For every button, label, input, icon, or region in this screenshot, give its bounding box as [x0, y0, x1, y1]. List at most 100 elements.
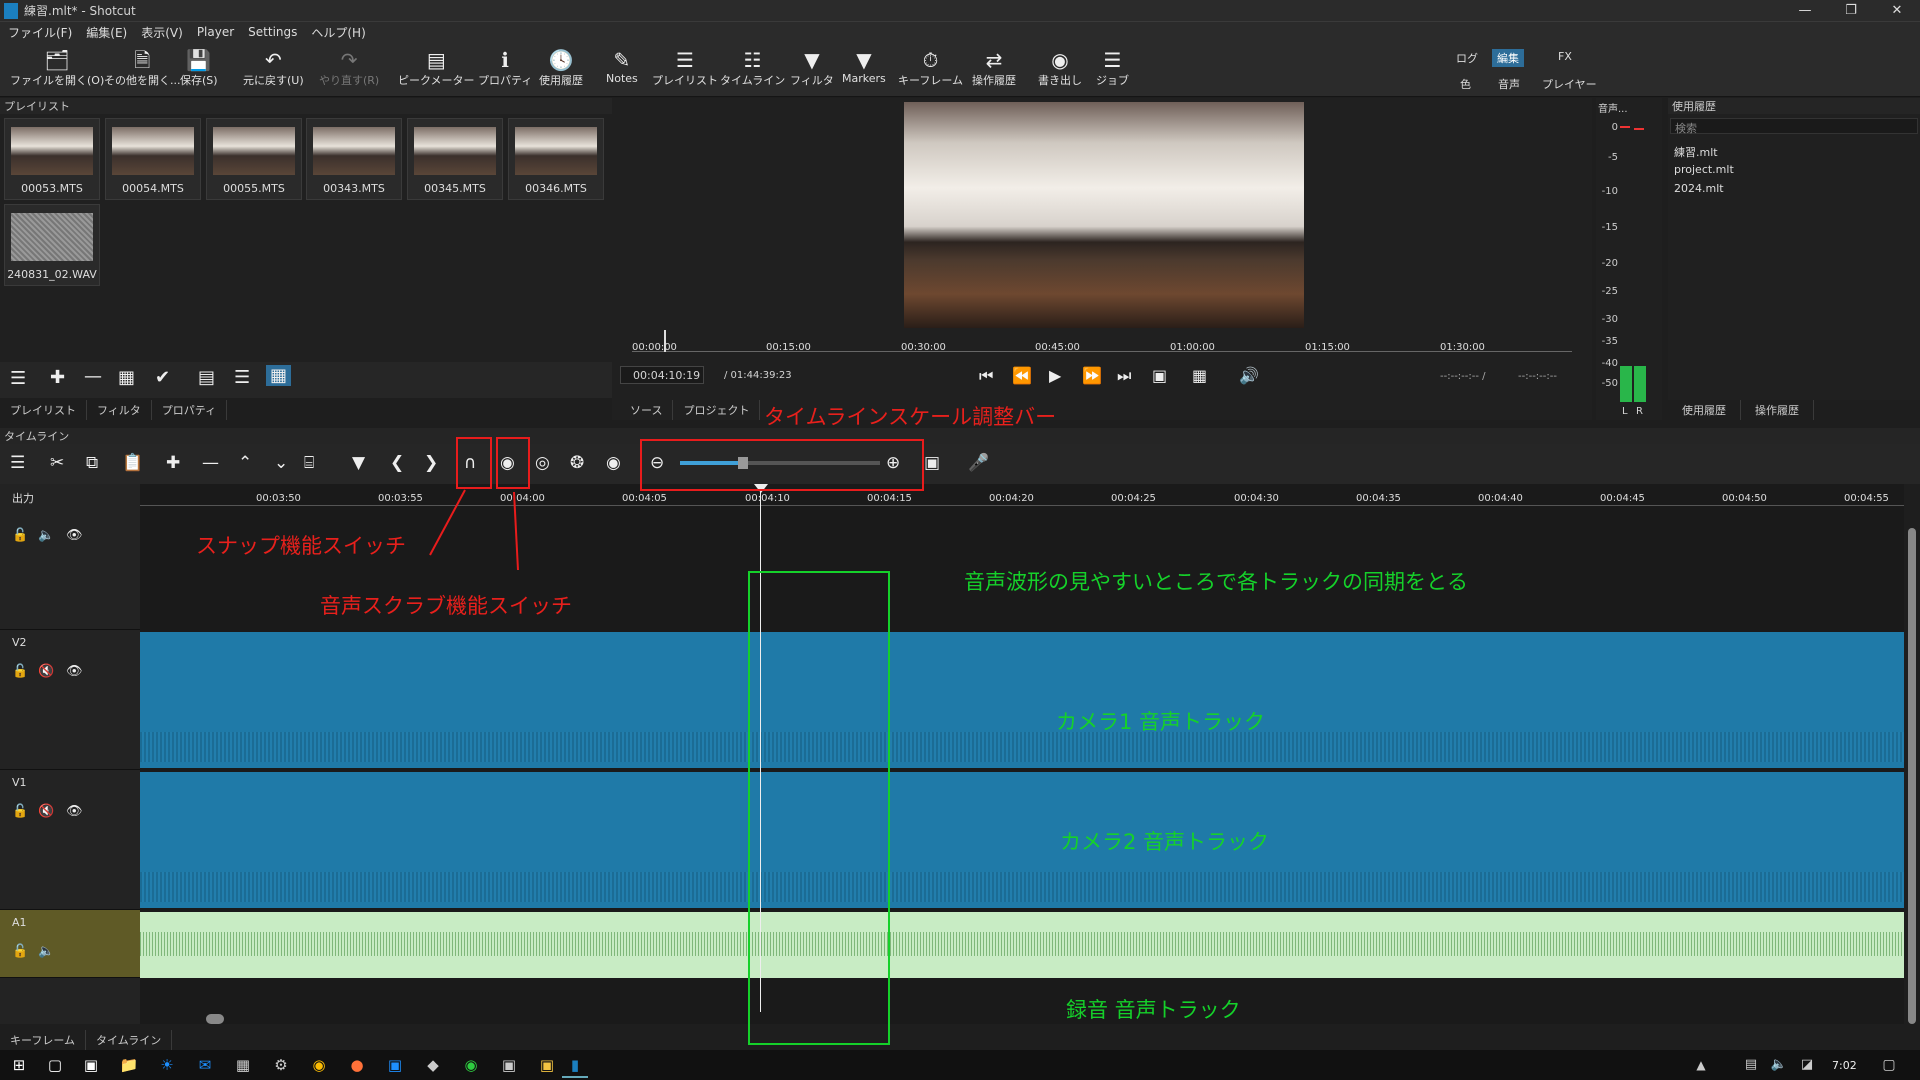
ripple-icon[interactable]: ◎ [535, 453, 550, 473]
redo-button[interactable]: ↷ やり直す(R) [319, 48, 379, 88]
grid-icon[interactable]: ▦ [1192, 366, 1207, 385]
eye-icon[interactable]: 👁 [66, 664, 83, 679]
recent-button[interactable]: 🕓 使用履歴 [539, 48, 583, 88]
overwrite-icon[interactable]: ⌄ [274, 453, 288, 473]
tab-source[interactable]: ソース [620, 400, 674, 420]
marker-icon[interactable]: ▼ [352, 453, 365, 473]
workspace-edit[interactable]: 編集 [1492, 49, 1524, 67]
recent-item[interactable]: 2024.mlt [1674, 182, 1724, 195]
taskbar-app-icon[interactable]: ▣ [534, 1052, 560, 1078]
tab-timeline[interactable]: タイムライン [86, 1030, 173, 1050]
menu-player[interactable]: Player [197, 25, 234, 39]
calculator-icon[interactable]: ▦ [230, 1052, 256, 1078]
details-view-icon[interactable]: ▤ [198, 367, 215, 388]
properties-button[interactable]: ℹ プロパティ [478, 48, 532, 88]
previous-marker-icon[interactable]: ❮ [390, 453, 404, 473]
track-header-v2[interactable]: V2 🔓 🔇 👁 [0, 630, 140, 770]
tab-undo-history[interactable]: 操作履歴 [1741, 400, 1814, 420]
firefox-icon[interactable]: ● [344, 1052, 370, 1078]
workspace-fx[interactable]: FX [1558, 50, 1572, 63]
clip-v2[interactable] [140, 632, 1904, 768]
network-icon[interactable]: ▤ [1738, 1052, 1764, 1078]
workspace-player[interactable]: プレイヤー [1542, 76, 1597, 92]
add-icon[interactable]: ✚ [50, 367, 65, 388]
save-button[interactable]: 💾 保存(S) [180, 48, 218, 88]
tray-icon[interactable]: ▲ [1688, 1052, 1714, 1078]
vertical-scrollbar[interactable] [1908, 528, 1916, 1024]
list-view-icon[interactable]: ☰ [234, 367, 250, 388]
taskbar-app-icon[interactable]: ⚙ [268, 1052, 294, 1078]
record-audio-icon[interactable]: 🎤 [968, 453, 989, 473]
markers-button[interactable]: ▼ Markers [842, 48, 886, 85]
menu-help[interactable]: ヘルプ(H) [311, 24, 365, 41]
append-icon[interactable]: ✚ [166, 453, 180, 473]
copy-icon[interactable]: ⧉ [86, 453, 98, 473]
paste-icon[interactable]: 📋 [122, 453, 143, 473]
play-icon[interactable]: ▶ [1049, 366, 1061, 385]
mute-icon[interactable]: 🔈 [38, 944, 54, 959]
taskbar-app-icon[interactable]: ◆ [420, 1052, 446, 1078]
mute-icon[interactable]: 🔇 [38, 804, 54, 819]
mute-icon[interactable]: 🔇 [38, 664, 54, 679]
line-icon[interactable]: ◉ [458, 1052, 484, 1078]
lock-icon[interactable]: 🔓 [12, 528, 28, 543]
tab-keyframes[interactable]: キーフレーム [0, 1030, 87, 1050]
menu-view[interactable]: 表示(V) [141, 24, 183, 41]
notes-button[interactable]: ✎ Notes [606, 48, 638, 85]
open-file-button[interactable]: 🗂 ファイルを開く(O) [10, 48, 104, 88]
file-explorer-icon[interactable]: 📁 [116, 1052, 142, 1078]
taskbar-app-icon[interactable]: ▣ [78, 1052, 104, 1078]
lock-icon[interactable]: 🔓 [12, 944, 28, 959]
tab-playlist[interactable]: プレイリスト [0, 400, 87, 420]
clip-v1[interactable] [140, 772, 1904, 908]
ripple-delete-icon[interactable]: — [202, 453, 219, 473]
playlist-item[interactable]: 00343.MTS [306, 118, 402, 200]
track-header-a1[interactable]: A1 🔓 🔈 [0, 910, 140, 978]
zoom-fit-icon[interactable]: ▣ [924, 453, 940, 473]
mail-icon[interactable]: ✉ [192, 1052, 218, 1078]
workspace-log[interactable]: ログ [1456, 50, 1478, 66]
icon-view-icon[interactable]: ▦ [266, 365, 292, 386]
export-button[interactable]: ◉ 書き出し [1038, 48, 1082, 88]
remove-icon[interactable]: — [84, 366, 102, 387]
tab-filter[interactable]: フィルタ [87, 400, 152, 420]
cut-icon[interactable]: ✂ [50, 453, 64, 473]
volume-icon[interactable]: 🔊 [1239, 366, 1259, 385]
open-other-button[interactable]: 🗎 その他を開く... [104, 48, 181, 88]
menu-icon[interactable]: ☰ [10, 368, 26, 389]
timeline-menu-icon[interactable]: ☰ [10, 453, 25, 473]
speaker-icon[interactable]: 🔈 [1766, 1052, 1792, 1078]
lift-icon[interactable]: ⌃ [238, 453, 252, 473]
eye-icon[interactable]: 👁 [66, 804, 83, 819]
menu-file[interactable]: ファイル(F) [8, 24, 72, 41]
windows-start-icon[interactable]: ⊞ [6, 1052, 32, 1078]
check-icon[interactable]: ✔ [155, 367, 170, 388]
playlist-item[interactable]: 00345.MTS [407, 118, 503, 200]
split-icon[interactable]: ⌸ [304, 453, 314, 473]
rewind-icon[interactable]: ⏪ [1012, 366, 1032, 385]
minimize-button[interactable]: — [1782, 0, 1828, 22]
clip-a1[interactable] [140, 912, 1904, 978]
undo-button[interactable]: ↶ 元に戻す(U) [243, 48, 304, 88]
edge-icon[interactable]: ☀ [154, 1052, 180, 1078]
playlist-item[interactable]: 240831_02.WAV [4, 204, 100, 286]
recent-search-input[interactable]: 検索 [1670, 118, 1918, 135]
skip-previous-icon[interactable]: ⏮ [979, 366, 993, 386]
chrome-icon[interactable]: ◉ [306, 1052, 332, 1078]
notification-icon[interactable]: ▢ [1876, 1052, 1902, 1078]
filter-button[interactable]: ▼ フィルタ [790, 48, 834, 88]
undo-history-button[interactable]: ⇄ 操作履歴 [972, 48, 1016, 88]
menu-edit[interactable]: 編集(E) [86, 24, 127, 41]
ripple-markers-icon[interactable]: ◉ [606, 453, 621, 473]
track-header-v1[interactable]: V1 🔓 🔇 👁 [0, 770, 140, 910]
taskbar-app-icon[interactable]: ▣ [382, 1052, 408, 1078]
restore-button[interactable]: ❐ [1828, 0, 1874, 22]
mute-icon[interactable]: 🔈 [38, 528, 54, 543]
timeline-button[interactable]: ☷ タイムライン [720, 48, 785, 88]
skip-next-icon[interactable]: ⏭ [1117, 366, 1131, 386]
eye-icon[interactable]: 👁 [66, 528, 83, 543]
timecode-field[interactable]: 00:04:10:19 [620, 366, 704, 384]
tab-project[interactable]: プロジェクト [673, 400, 761, 420]
close-button[interactable]: ✕ [1874, 0, 1920, 22]
taskbar-app-icon[interactable]: ▢ [42, 1052, 68, 1078]
